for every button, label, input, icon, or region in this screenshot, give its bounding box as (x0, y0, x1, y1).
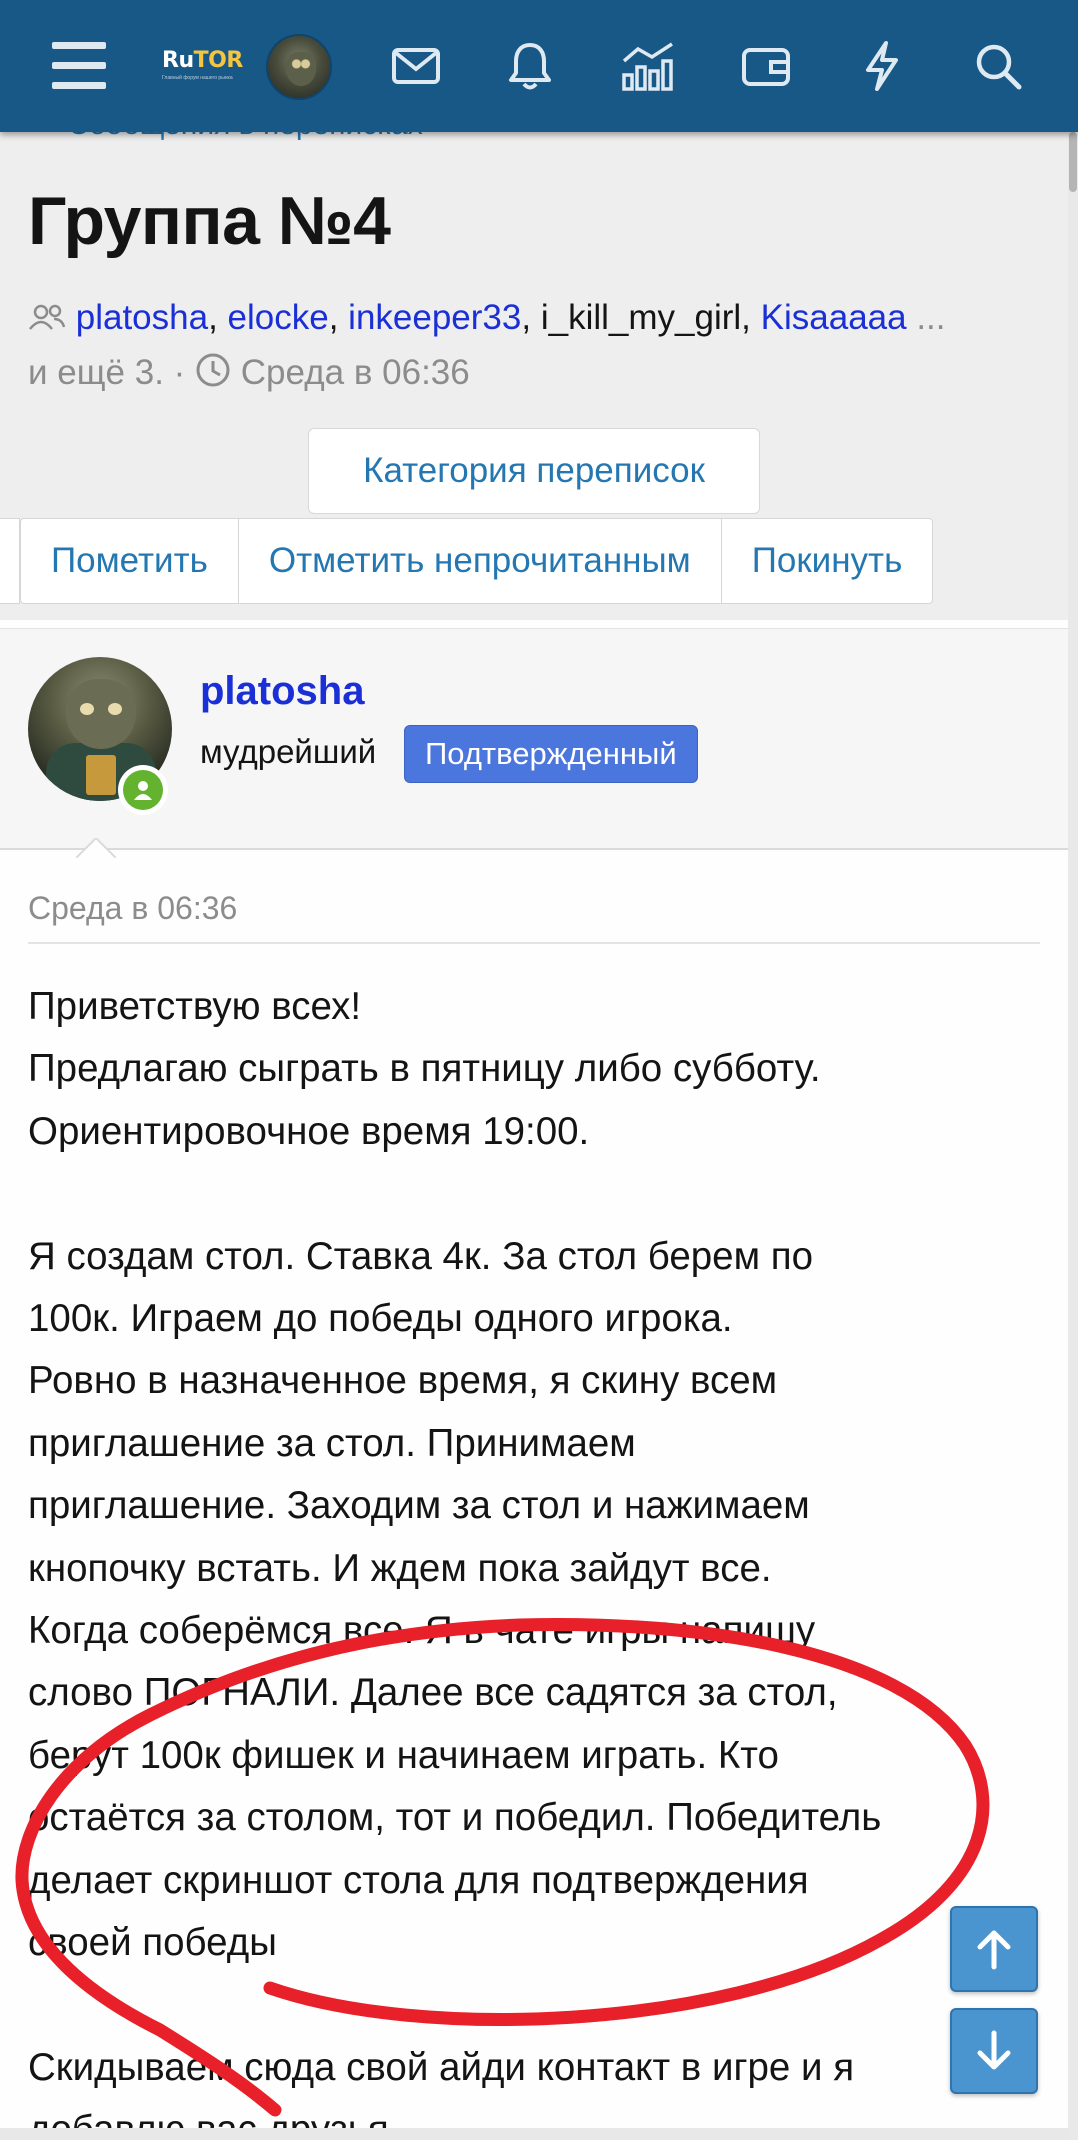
bottom-edge (0, 2128, 1068, 2140)
post-line: слово ПОГНАЛИ. Далее все садятся за стол… (28, 1671, 838, 1715)
post-line: Ориентировочное время 19:00. (28, 1109, 590, 1153)
post-line: остаётся за столом, тот и победил. Побед… (28, 1796, 882, 1840)
message-author-block: platosha мудрейший Подтвержденный (0, 628, 1068, 850)
mail-icon[interactable] (380, 30, 452, 102)
top-navigation-bar: RuTOR Главный форум нашего рынка (0, 0, 1078, 132)
user-avatar[interactable] (266, 34, 332, 100)
menu-icon[interactable] (42, 30, 114, 102)
site-logo[interactable]: RuTOR Главный форум нашего рынка (162, 48, 262, 88)
participant-link[interactable]: inkeeper33 (348, 298, 521, 337)
participants-icon (29, 304, 66, 330)
more-participants[interactable]: и ещё 3. (28, 353, 164, 392)
author-rank: мудрейший (200, 733, 377, 770)
actions-scroll-stub (0, 518, 20, 604)
post-line: своей победы (28, 1921, 277, 1965)
post-line: приглашение за стол. Принимаем (28, 1421, 636, 1465)
post-line: 100к. Играем до победы одного игрока. (28, 1297, 733, 1341)
category-button[interactable]: Категория переписок (308, 428, 760, 514)
participant-link[interactable]: elocke (228, 298, 329, 337)
page-scrollbar[interactable] (1068, 132, 1078, 2140)
message-notch (76, 838, 116, 858)
arrow-up-icon (977, 1930, 1011, 1970)
more-ellipsis: ... (906, 298, 946, 337)
search-icon[interactable] (962, 30, 1034, 102)
leave-button[interactable]: Покинуть (722, 519, 933, 603)
stats-icon[interactable] (612, 30, 684, 102)
post-line: Приветствую всех! (28, 985, 362, 1028)
participant-name[interactable]: i_kill_my_girl (541, 298, 741, 337)
lightning-icon[interactable] (846, 30, 918, 102)
post-date[interactable]: Среда в 06:36 (28, 890, 237, 927)
post-line: Когда соберёмся все. Я в чате игры напиш… (28, 1609, 816, 1653)
post-line: Предлагаю сыграть в пятницу либо субботу… (28, 1047, 821, 1091)
participant-link[interactable]: Kisaaaaa (761, 298, 907, 337)
post-line (28, 1974, 1048, 2036)
post-line: делает скриншот стола для подтверждения (28, 1858, 809, 1902)
conversation-actions: Пометить Отметить непрочитанным Покинуть (20, 518, 934, 604)
post-line: Я создам стол. Ставка 4к. За стол берем … (28, 1234, 814, 1278)
clock-icon (196, 353, 230, 387)
scroll-down-button[interactable] (950, 2008, 1038, 2094)
scroll-up-button[interactable] (950, 1906, 1038, 1992)
mark-unread-button[interactable]: Отметить непрочитанным (239, 519, 722, 603)
author-name[interactable]: platosha (200, 669, 364, 714)
wallet-icon[interactable] (730, 30, 802, 102)
post-line (28, 1163, 1048, 1225)
online-status-icon (118, 765, 168, 815)
post-line: Скидываем сюда свой айди контакт в игре … (28, 2045, 855, 2089)
bell-icon[interactable] (494, 30, 566, 102)
post-line: берут 100к фишек и начинаем играть. Кто (28, 1733, 779, 1777)
verified-badge: Подтвержденный (404, 725, 698, 783)
arrow-down-icon (977, 2030, 1011, 2070)
post-body: Приветствую всех! Предлагаю сыграть в пят… (28, 976, 1048, 2140)
post-line: Ровно в назначенное время, я скину всем (28, 1359, 778, 1403)
scrollbar-thumb[interactable] (1069, 132, 1077, 192)
conversation-meta: platosha, elocke, inkeeper33, i_kill_my_… (28, 298, 946, 392)
post-line: приглашение. Заходим за стол и нажимаем (28, 1484, 810, 1528)
conversation-date: Среда в 06:36 (240, 353, 470, 392)
mark-button[interactable]: Пометить (21, 519, 239, 603)
post-line: кнопочку встать. И ждем пока зайдут все. (28, 1546, 772, 1590)
post-divider (28, 942, 1040, 944)
page-title: Группа №4 (28, 183, 391, 259)
participant-link[interactable]: platosha (76, 298, 208, 337)
